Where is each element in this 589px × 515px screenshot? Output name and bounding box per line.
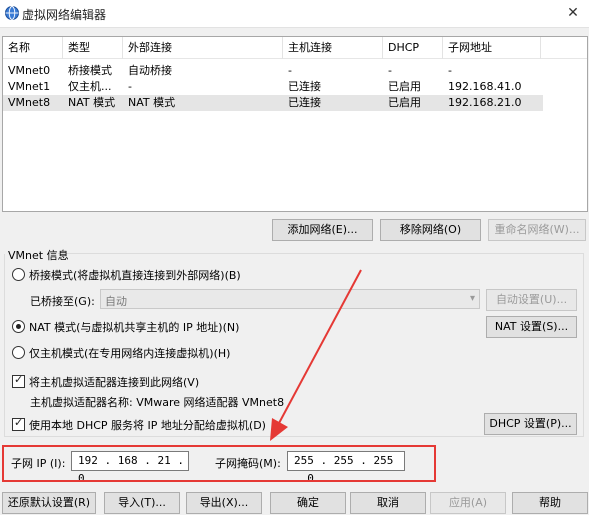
bridged-mode-radio[interactable] [12, 268, 25, 281]
nat-mode-label[interactable]: NAT 模式(与虚拟机共享主机的 IP 地址)(N) [29, 319, 239, 335]
ok-button[interactable]: 确定 [270, 492, 346, 514]
bridged-to-select[interactable]: 自动 ▾ [100, 289, 480, 309]
cell-dhcp: 已启用 [388, 80, 421, 93]
add-network-button[interactable]: 添加网络(E)... [272, 219, 373, 241]
dhcp-label[interactable]: 使用本地 DHCP 服务将 IP 地址分配给虚拟机(D) [29, 417, 266, 433]
close-icon[interactable]: ✕ [563, 3, 583, 23]
table-row-selected[interactable]: VMnet8 NAT 模式 NAT 模式 已连接 已启用 192.168.21.… [3, 95, 543, 111]
cell-type: NAT 模式 [68, 96, 116, 109]
column-header-type[interactable]: 类型 [63, 37, 123, 59]
title-bar: 虚拟网络编辑器 ✕ [0, 0, 589, 28]
host-only-mode-radio[interactable] [12, 346, 25, 359]
cell-external: 自动桥接 [128, 64, 172, 77]
bridged-to-label: 已桥接至(G): [30, 295, 95, 308]
connect-host-adapter-label[interactable]: 将主机虚拟适配器连接到此网络(V) [29, 374, 199, 390]
window-title: 虚拟网络编辑器 [22, 8, 107, 22]
table-header: 名称 类型 外部连接 主机连接 DHCP 子网地址 [3, 37, 587, 59]
dhcp-checkbox[interactable]: ✓ [12, 416, 25, 431]
cell-subnet: 192.168.21.0 [448, 96, 522, 109]
cell-subnet: - [448, 64, 452, 77]
column-header-dhcp[interactable]: DHCP [383, 37, 443, 59]
checkmark-icon: ✓ [14, 416, 24, 429]
vmnet-info-label: VMnet 信息 [8, 249, 69, 262]
dhcp-settings-button[interactable]: DHCP 设置(P)... [484, 413, 577, 435]
checkmark-icon: ✓ [14, 373, 24, 386]
cell-external: NAT 模式 [128, 96, 176, 109]
apply-button[interactable]: 应用(A) [430, 492, 506, 514]
nat-mode-radio[interactable] [12, 320, 25, 333]
rename-network-button[interactable]: 重命名网络(W)... [488, 219, 586, 241]
restore-defaults-button[interactable]: 还原默认设置(R) [2, 492, 96, 514]
table-row[interactable]: VMnet1 仅主机... - 已连接 已启用 192.168.41.0 [3, 79, 543, 95]
host-only-mode-label[interactable]: 仅主机模式(在专用网络内连接虚拟机)(H) [29, 345, 230, 361]
cell-subnet: 192.168.41.0 [448, 80, 522, 93]
cell-external: - [128, 80, 132, 93]
cell-dhcp: - [388, 64, 392, 77]
column-header-host[interactable]: 主机连接 [283, 37, 383, 59]
cell-host: - [288, 64, 292, 77]
export-button[interactable]: 导出(X)... [186, 492, 262, 514]
network-table[interactable]: 名称 类型 外部连接 主机连接 DHCP 子网地址 VMnet0 桥接模式 自动… [2, 36, 588, 212]
cell-name: VMnet1 [8, 80, 51, 93]
cell-host: 已连接 [288, 80, 321, 93]
table-row[interactable]: VMnet0 桥接模式 自动桥接 - - - [3, 63, 543, 79]
cell-host: 已连接 [288, 96, 321, 109]
bridged-to-value: 自动 [105, 295, 127, 308]
annotation-highlight-box [2, 445, 436, 482]
network-globe-icon [5, 6, 19, 20]
column-header-subnet[interactable]: 子网地址 [443, 37, 541, 59]
cell-name: VMnet8 [8, 96, 51, 109]
bridged-mode-label[interactable]: 桥接模式(将虚拟机直接连接到外部网络)(B) [29, 267, 241, 283]
remove-network-button[interactable]: 移除网络(O) [380, 219, 481, 241]
cell-name: VMnet0 [8, 64, 51, 77]
help-button[interactable]: 帮助 [512, 492, 588, 514]
column-header-name[interactable]: 名称 [3, 37, 63, 59]
column-header-external[interactable]: 外部连接 [123, 37, 283, 59]
cell-type: 桥接模式 [68, 64, 112, 77]
nat-settings-button[interactable]: NAT 设置(S)... [486, 316, 577, 338]
cancel-button[interactable]: 取消 [350, 492, 426, 514]
chevron-down-icon: ▾ [469, 293, 475, 304]
import-button[interactable]: 导入(T)... [104, 492, 180, 514]
adapter-name-label: 主机虚拟适配器名称: VMware 网络适配器 VMnet8 [30, 396, 285, 409]
cell-dhcp: 已启用 [388, 96, 421, 109]
cell-type: 仅主机... [68, 80, 112, 93]
connect-host-adapter-checkbox[interactable]: ✓ [12, 373, 25, 388]
auto-settings-button[interactable]: 自动设置(U)... [486, 289, 577, 311]
